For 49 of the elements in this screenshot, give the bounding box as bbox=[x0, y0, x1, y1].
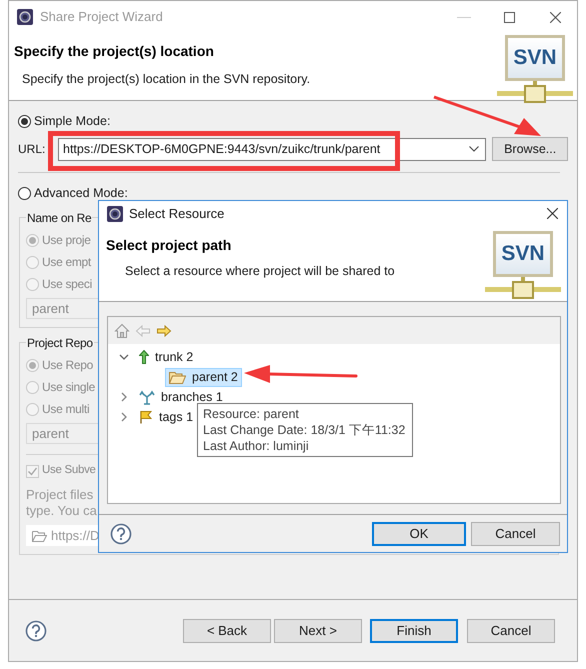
dialog-button[interactable]: Next > bbox=[274, 618, 362, 642]
tooltip-line: Resource: parent bbox=[203, 406, 300, 422]
radio-button[interactable] bbox=[18, 114, 31, 128]
dialog-button[interactable]: Cancel bbox=[471, 522, 560, 546]
folder-icon bbox=[169, 370, 186, 384]
tree-item[interactable]: branches 1 bbox=[135, 388, 227, 406]
collapse-chevron-icon[interactable] bbox=[120, 412, 128, 422]
tooltip-line: Last Author: luminji bbox=[203, 438, 310, 454]
up-arrow-icon bbox=[139, 350, 149, 364]
dialog-button[interactable]: Finish bbox=[370, 618, 458, 642]
flag-icon bbox=[139, 410, 153, 424]
page-title: Specify the project(s) location bbox=[14, 42, 215, 61]
dialog-button[interactable]: < Back bbox=[183, 618, 271, 642]
dialog-button[interactable]: Cancel bbox=[467, 618, 555, 642]
radio-button[interactable] bbox=[18, 186, 31, 200]
back-arrow-icon[interactable] bbox=[135, 322, 151, 338]
help-icon[interactable] bbox=[110, 522, 132, 544]
app-icon bbox=[17, 9, 33, 25]
help-text: type. You ca bbox=[26, 503, 98, 519]
dialog-button[interactable]: OK bbox=[372, 522, 466, 546]
minimize-button[interactable] bbox=[457, 16, 471, 18]
folder-icon bbox=[32, 530, 47, 542]
app-icon bbox=[107, 206, 123, 222]
dialog-title: Select Resource bbox=[129, 204, 224, 223]
mode-label[interactable]: Simple Mode: bbox=[34, 112, 110, 130]
home-icon[interactable] bbox=[114, 322, 130, 338]
expand-chevron-icon[interactable] bbox=[119, 354, 129, 360]
url-label: URL: bbox=[18, 141, 42, 158]
page-description: Specify the project(s) location in the SVN repository. bbox=[21, 71, 312, 88]
tree-item[interactable]: trunk 2 bbox=[135, 348, 198, 366]
mode-label[interactable]: Advanced Mode: bbox=[34, 184, 128, 202]
window-title: Share Project Wizard bbox=[40, 8, 163, 26]
maximize-button[interactable] bbox=[504, 12, 515, 22]
help-icon[interactable] bbox=[25, 620, 47, 642]
branches-icon bbox=[139, 390, 155, 404]
svn-logo: SVN bbox=[485, 231, 561, 301]
close-icon[interactable] bbox=[547, 208, 558, 219]
browse-button[interactable]: Browse... bbox=[492, 137, 568, 161]
tooltip-line: Last Change Date: 18/3/1 下午11:32 bbox=[203, 422, 406, 438]
help-text: Project files bbox=[26, 487, 94, 503]
url-combo-box[interactable]: https://DESKTOP-6M0GPNE:9443/svn/zuikc/trunk/parent bbox=[58, 138, 486, 160]
dialog-heading: Select project path bbox=[106, 236, 232, 255]
dialog-description: Select a resource where project will be shared to bbox=[124, 263, 396, 280]
forward-arrow-icon[interactable] bbox=[156, 322, 172, 338]
tree-item[interactable]: parent 2 bbox=[165, 368, 242, 386]
tree-item[interactable]: tags 1 bbox=[135, 408, 198, 426]
svn-logo: SVN bbox=[497, 35, 573, 105]
collapse-chevron-icon[interactable] bbox=[120, 392, 128, 402]
close-icon[interactable] bbox=[550, 12, 561, 22]
